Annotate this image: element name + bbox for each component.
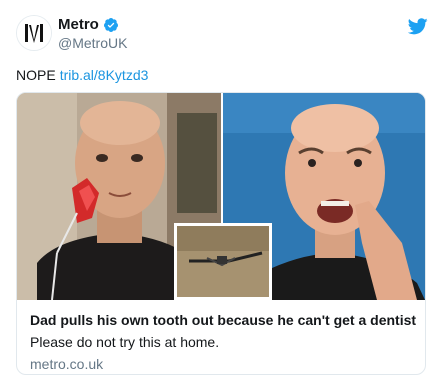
- account-handle[interactable]: @MetroUK: [58, 35, 127, 51]
- tweet-link[interactable]: trib.al/8Kytzd3: [60, 67, 149, 83]
- link-card[interactable]: Dad pulls his own tooth out because he c…: [16, 92, 426, 375]
- card-domain: metro.co.uk: [30, 356, 104, 372]
- card-description: Please do not try this at home.: [30, 334, 220, 350]
- account-name[interactable]: Metro: [58, 16, 99, 33]
- verified-badge-icon: [103, 17, 118, 32]
- account-name-row[interactable]: Metro: [58, 16, 119, 33]
- tweet-text: NOPE trib.al/8Kytzd3: [16, 67, 148, 83]
- tweet-body: NOPE: [16, 67, 56, 83]
- card-title[interactable]: Dad pulls his own tooth out because he c…: [30, 312, 420, 328]
- card-body[interactable]: Dad pulls his own tooth out because he c…: [17, 300, 425, 374]
- metro-avatar[interactable]: [16, 15, 52, 51]
- card-image[interactable]: [17, 93, 425, 300]
- metro-logo-icon: [17, 16, 51, 50]
- twitter-bird-icon[interactable]: [408, 18, 428, 35]
- tweet-embed: Metro @MetroUK NOPE trib.al/8Kytzd3 Dad …: [0, 0, 442, 379]
